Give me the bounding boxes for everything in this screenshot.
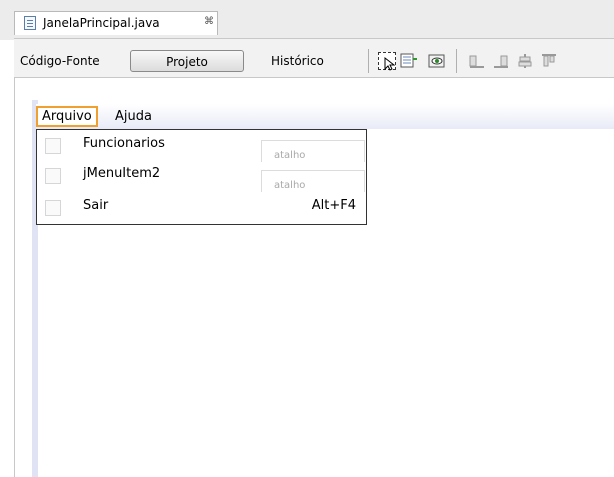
shortcut-field[interactable]: atalho bbox=[261, 140, 365, 162]
menu-item-label: jMenuItem2 bbox=[83, 166, 161, 181]
menu-item-label: Funcionarios bbox=[83, 136, 165, 151]
editor-gutter bbox=[14, 78, 15, 477]
menu-item-jmenuitem2[interactable]: jMenuItem2 atalho bbox=[37, 162, 366, 192]
editor-tab-title: JanelaPrincipal.java bbox=[43, 16, 160, 30]
design-tab-button[interactable]: Projeto bbox=[130, 50, 244, 72]
menu-arquivo[interactable]: Arquivo bbox=[36, 106, 98, 127]
arquivo-dropdown-menu: Funcionarios atalho jMenuItem2 atalho Sa… bbox=[36, 129, 367, 225]
history-tab-button[interactable]: Histórico bbox=[271, 50, 324, 72]
menu-item-checkbox-icon bbox=[45, 200, 61, 216]
menu-item-checkbox-icon bbox=[45, 168, 61, 184]
menu-item-accelerator: Alt+F4 bbox=[311, 198, 356, 213]
menu-item-checkbox-icon bbox=[45, 138, 61, 154]
align-left-icon[interactable] bbox=[468, 52, 486, 70]
editor-toolbar: Código-Fonte Projeto Histórico bbox=[14, 38, 614, 78]
align-top-icon[interactable] bbox=[540, 52, 558, 70]
editor-tab[interactable]: JanelaPrincipal.java ⌘ bbox=[14, 11, 218, 35]
preview-design-icon[interactable] bbox=[428, 52, 446, 70]
connection-mode-icon[interactable] bbox=[400, 52, 418, 70]
align-right-icon[interactable] bbox=[492, 52, 510, 70]
menu-ajuda[interactable]: Ajuda bbox=[111, 106, 156, 127]
close-icon[interactable]: ⌘ bbox=[204, 16, 214, 27]
menu-bar: Arquivo Ajuda bbox=[36, 104, 614, 129]
shortcut-field[interactable]: atalho bbox=[261, 170, 365, 192]
menu-item-sair[interactable]: Sair Alt+F4 bbox=[37, 194, 366, 220]
toolbar-separator bbox=[368, 49, 369, 73]
menu-item-label: Sair bbox=[83, 198, 109, 213]
toolbar-separator bbox=[456, 49, 457, 73]
center-horizontal-icon[interactable] bbox=[516, 52, 534, 70]
source-tab-button[interactable]: Código-Fonte bbox=[20, 50, 100, 72]
java-file-icon bbox=[24, 16, 36, 30]
selection-mode-icon[interactable] bbox=[378, 52, 396, 71]
menu-item-funcionarios[interactable]: Funcionarios atalho bbox=[37, 132, 366, 162]
